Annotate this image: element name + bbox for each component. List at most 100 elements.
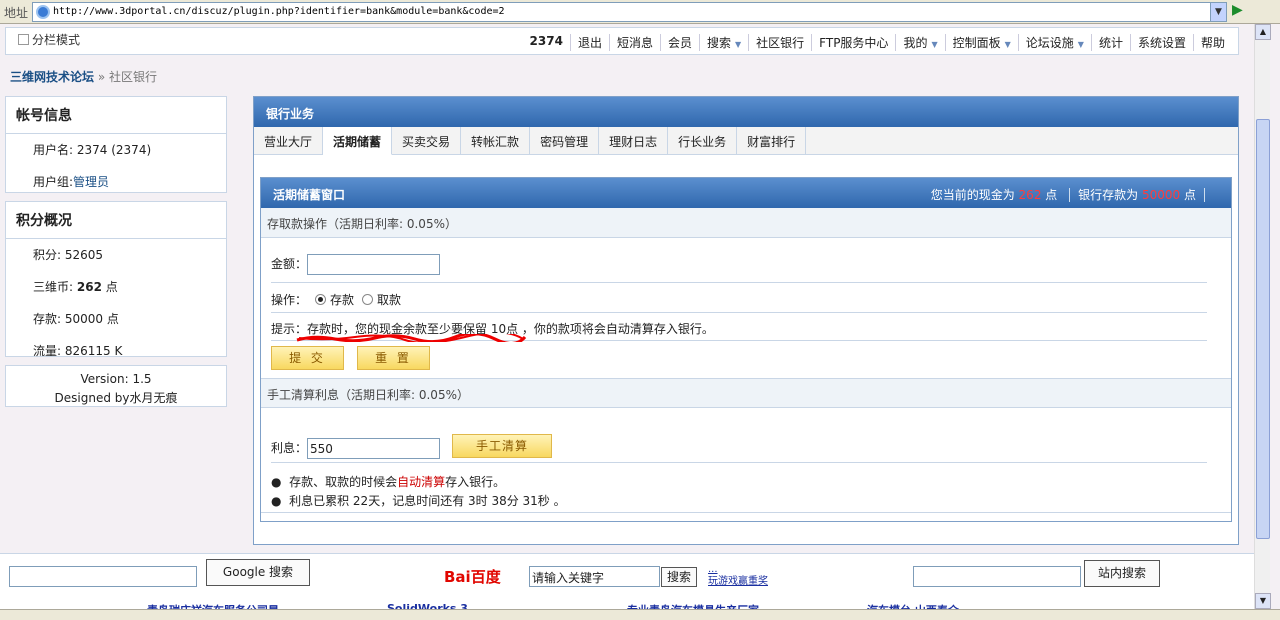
chevron-down-icon: ▼ [931, 40, 938, 49]
username-label: 用户名: [33, 143, 74, 157]
traffic-row: 流量: 826115 K [33, 344, 123, 358]
baidu-logo-text: Bai百度 [444, 568, 501, 586]
address-label: 地址 [4, 6, 29, 20]
promo-link-1[interactable]: ... [708, 564, 768, 576]
promo-link-2[interactable]: 玩游戏赢重奖 [708, 576, 768, 588]
chevron-down-icon[interactable]: ▼ [1210, 3, 1226, 21]
interest-input[interactable]: 550 [307, 438, 441, 459]
promo-links: ... 玩游戏赢重奖 [708, 564, 768, 588]
version-box: Version: 1.5 Designed by水月无痕 [5, 365, 227, 407]
tab-log[interactable]: 理财日志 [599, 127, 669, 154]
interest-row: 利息： 550 [271, 438, 441, 459]
tab-savings[interactable]: 活期储蓄 [323, 127, 393, 155]
bank-panel: 银行业务 营业大厅 活期储蓄 买卖交易 转帐汇款 密码管理 理财日志 行长业务 … [253, 96, 1239, 545]
nav-search-label: 搜索 [706, 36, 731, 50]
nav-settings[interactable]: 系统设置 [1131, 34, 1194, 51]
group-row: 用户组:管理员 [6, 166, 226, 198]
deposit-radio[interactable] [315, 294, 327, 305]
nav-control-panel[interactable]: 控制面板 ▼ [946, 34, 1019, 51]
nav-stats[interactable]: 统计 [1092, 34, 1131, 51]
amount-input[interactable] [307, 254, 441, 275]
divider [261, 512, 1231, 513]
tab-trade[interactable]: 买卖交易 [392, 127, 462, 154]
savings-window-header: 活期储蓄窗口 您当前的现金为 262 点 银行存款为 50000 点 [261, 178, 1231, 208]
chevron-down-icon: ▼ [1004, 40, 1011, 49]
cash-unit: 点 [1045, 188, 1058, 202]
note-1: ● 存款、取款的时候会自动清算存入银行。 [271, 475, 506, 489]
baidu-search-button[interactable]: 搜索 [661, 567, 697, 587]
vertical-scrollbar[interactable]: ▲ ▼ [1254, 24, 1271, 609]
scroll-thumb[interactable] [1256, 119, 1270, 539]
nav-search[interactable]: 搜索 ▼ [700, 34, 750, 51]
nav-logout[interactable]: 退出 [571, 34, 610, 51]
nav-mine-label: 我的 [903, 36, 928, 50]
bank-unit: 点 [1183, 188, 1196, 202]
nav-ftp[interactable]: FTP服务中心 [812, 34, 897, 51]
bank-value: 50000 [1141, 188, 1181, 202]
google-search-button[interactable]: Google 搜索 [206, 559, 310, 586]
divider [271, 462, 1207, 463]
manual-settle-button[interactable]: 手工清算 [452, 434, 552, 458]
divider [1204, 188, 1205, 202]
nav-messages[interactable]: 短消息 [610, 34, 661, 51]
divider [1069, 188, 1071, 202]
breadcrumb-home[interactable]: 三维网技术论坛 [10, 70, 94, 84]
google-search-input[interactable] [9, 566, 197, 587]
chevron-down-icon: ▼ [735, 40, 742, 49]
baidu-logo: Bai百度 [444, 566, 501, 587]
breadcrumb: 三维网技术论坛 » 社区银行 [10, 68, 157, 85]
split-mode-toggle[interactable]: 分栏模式 [18, 31, 80, 48]
account-panel: 帐号信息 用户名: 2374 (2374) 用户组:管理员 [5, 96, 227, 193]
savings-window-title: 活期储蓄窗口 [273, 188, 346, 202]
operation-row: 操作： 存款 取款 [271, 291, 401, 308]
go-arrow-icon[interactable]: ▶ [1232, 2, 1243, 18]
nav-cp-label: 控制面板 [952, 36, 1001, 50]
red-scribble-annotation [296, 334, 527, 342]
url-field[interactable]: http://www.3dportal.cn/discuz/plugin.php… [32, 2, 1227, 22]
baidu-search-input[interactable]: 请输入关键字 [529, 566, 660, 587]
ie-page-icon [36, 5, 50, 19]
note-2: ● 利息已累积 22天，记息时间还有 3时 38分 31秒 。 [271, 494, 566, 508]
reset-button[interactable]: 重 置 [357, 346, 430, 370]
tab-manager[interactable]: 行长业务 [668, 127, 738, 154]
nav-help[interactable]: 帮助 [1194, 34, 1232, 51]
submit-button[interactable]: 提 交 [271, 346, 344, 370]
status-bar [0, 609, 1280, 620]
nav-bank[interactable]: 社区银行 [749, 34, 813, 51]
divider [271, 282, 1207, 283]
coins-row: 三维币: 262 点 [6, 271, 226, 303]
tab-hall[interactable]: 营业大厅 [254, 127, 324, 154]
group-link[interactable]: 管理员 [73, 175, 109, 189]
site-search-button[interactable]: 站内搜索 [1084, 560, 1160, 587]
nav-facilities[interactable]: 论坛设施 ▼ [1019, 34, 1092, 51]
deposit-section-title: 存取款操作（活期日利率: 0.05%） [261, 208, 1231, 238]
savings-window: 活期储蓄窗口 您当前的现金为 262 点 银行存款为 50000 点 存取款操作… [260, 177, 1232, 522]
note-1-a: 存款、取款的时候会 [289, 475, 398, 489]
points-panel: 积分概况 积分: 52605 三维币: 262 点 存款: 50000 点 流量… [5, 201, 227, 358]
withdraw-radio[interactable] [362, 294, 374, 305]
note-2-text: 利息已累积 22天，记息时间还有 3时 38分 31秒 。 [289, 494, 566, 508]
amount-row: 金额： [271, 254, 441, 275]
nav-mine[interactable]: 我的 ▼ [896, 34, 946, 51]
deposit-row: 存款: 50000 点 [33, 312, 119, 326]
tab-transfer[interactable]: 转帐汇款 [461, 127, 531, 154]
url-text: http://www.3dportal.cn/discuz/plugin.php… [53, 6, 505, 17]
deposit-radio-label: 存款 [330, 293, 355, 307]
interest-section-title: 手工清算利息（活期日利率: 0.05%） [261, 378, 1231, 408]
auto-settle-link[interactable]: 自动清算 [397, 475, 445, 489]
coins-value: 262 [76, 280, 102, 294]
designer-line: Designed by水月无痕 [54, 391, 178, 405]
group-label: 用户组: [33, 175, 74, 189]
checkbox-icon [18, 34, 29, 45]
nav-user[interactable]: 2374 [523, 34, 571, 51]
scroll-down-icon[interactable]: ▼ [1255, 593, 1271, 609]
balance-info: 您当前的现金为 262 点 银行存款为 50000 点 [931, 186, 1213, 203]
divider [271, 312, 1207, 313]
site-search-input[interactable] [913, 566, 1081, 587]
nav-members[interactable]: 会员 [661, 34, 700, 51]
scroll-up-icon[interactable]: ▲ [1255, 24, 1271, 40]
tab-password[interactable]: 密码管理 [530, 127, 600, 154]
tab-ranking[interactable]: 财富排行 [737, 127, 807, 154]
cash-value: 262 [1018, 188, 1042, 202]
note-1-b: 存入银行。 [445, 475, 506, 489]
